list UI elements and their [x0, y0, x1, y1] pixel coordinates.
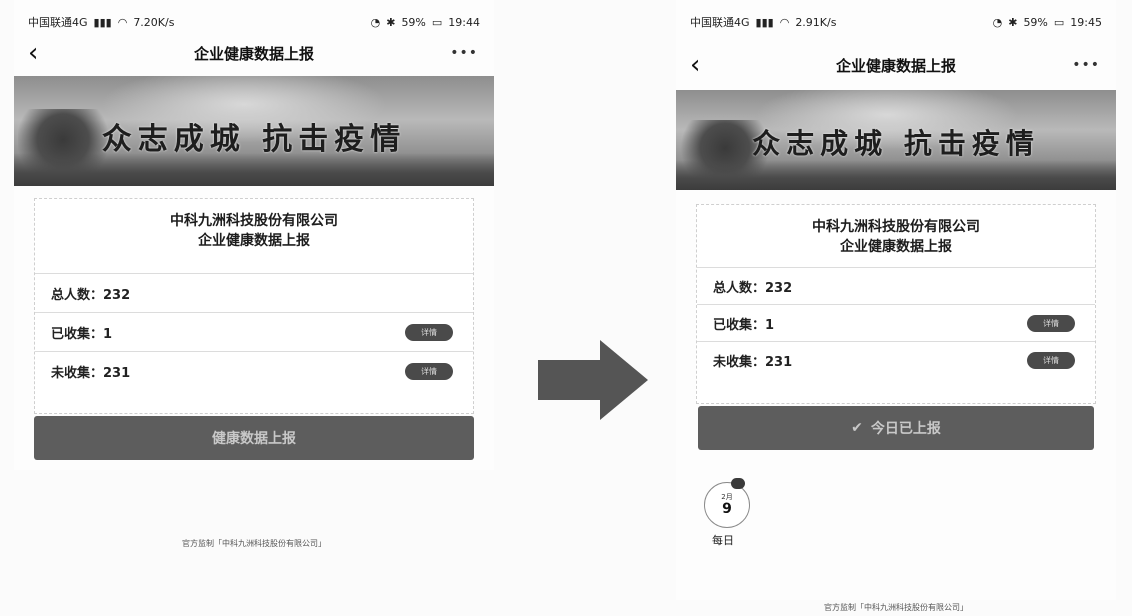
- network-speed: 2.91K/s: [795, 15, 837, 29]
- collected-count: 已收集：1: [713, 317, 775, 333]
- banner-image: 众志成城 抗击疫情: [676, 90, 1116, 190]
- company-name: 中科九洲科技股份有限公司: [170, 213, 338, 229]
- banner-image: 众志成城 抗击疫情: [14, 76, 494, 186]
- check-icon: ✔: [851, 420, 863, 436]
- calendar-label: 每日: [712, 534, 734, 547]
- banner-slogan: 众志成城 抗击疫情: [101, 122, 407, 157]
- network-speed: 7.20K/s: [133, 15, 175, 29]
- uncollected-count: 未收集：231: [713, 354, 793, 370]
- card-subtitle: 企业健康数据上报: [840, 239, 952, 255]
- battery-icon: ▭: [1053, 15, 1065, 29]
- status-bar: 中国联通4G ▮▮▮ ◠ 2.91K/s ◔ ✱ 59% ▭ 19:45: [690, 14, 1102, 30]
- nav-bar: ‹ 企业健康数据上报 •••: [14, 38, 494, 68]
- bluetooth-icon: ✱: [386, 15, 396, 29]
- bluetooth-icon: ✱: [1008, 15, 1018, 29]
- daily-calendar-button[interactable]: 2月 9: [704, 478, 750, 528]
- phone-screen-after: 中国联通4G ▮▮▮ ◠ 2.91K/s ◔ ✱ 59% ▭ 19:45 ‹ 企…: [676, 0, 1116, 600]
- collected-detail-button[interactable]: 详情: [405, 323, 453, 341]
- total-row: 总人数：232: [697, 267, 1095, 304]
- total-row: 总人数：232: [35, 273, 473, 312]
- signal-icon: ▮▮▮: [93, 15, 112, 29]
- wifi-icon: ◠: [117, 15, 128, 29]
- clock-time: 19:44: [448, 15, 480, 29]
- cloud-icon: [731, 478, 745, 489]
- report-card: 中科九洲科技股份有限公司 企业健康数据上报 总人数：232 已收集：1 详情 未…: [34, 198, 474, 414]
- alarm-icon: ◔: [370, 15, 381, 29]
- banner-slogan: 众志成城 抗击疫情: [752, 127, 1040, 160]
- clock-time: 19:45: [1070, 15, 1102, 29]
- more-options-icon[interactable]: •••: [1072, 57, 1100, 73]
- more-options-icon[interactable]: •••: [450, 45, 478, 61]
- carrier-text: 中国联通4G: [28, 16, 88, 29]
- company-name: 中科九洲科技股份有限公司: [812, 219, 980, 235]
- uncollected-detail-button[interactable]: 详情: [1027, 351, 1075, 369]
- battery-percent: 59%: [1023, 15, 1048, 29]
- wifi-icon: ◠: [779, 15, 790, 29]
- reported-label: 今日已上报: [870, 421, 941, 437]
- report-card: 中科九洲科技股份有限公司 企业健康数据上报 总人数：232 已收集：1 详情 未…: [696, 204, 1096, 404]
- signal-icon: ▮▮▮: [755, 15, 774, 29]
- calendar-day: 9: [722, 501, 732, 517]
- uncollected-count: 未收集：231: [51, 365, 131, 381]
- uncollected-row: 未收集：231 详情: [697, 341, 1095, 378]
- footer-text: 官方监制「中科九洲科技股份有限公司」: [824, 603, 968, 612]
- collected-row: 已收集：1 详情: [697, 304, 1095, 341]
- reported-status-button[interactable]: ✔ 今日已上报: [698, 406, 1094, 450]
- collected-detail-button[interactable]: 详情: [1027, 314, 1075, 332]
- battery-icon: ▭: [431, 15, 443, 29]
- collected-row: 已收集：1 详情: [35, 312, 473, 351]
- page-title: 企业健康数据上报: [835, 56, 956, 75]
- report-button-label: 健康数据上报: [212, 431, 296, 447]
- total-count: 总人数：232: [51, 287, 131, 303]
- report-health-button[interactable]: 健康数据上报: [34, 416, 474, 460]
- alarm-icon: ◔: [992, 15, 1003, 29]
- transition-arrow-icon: [538, 340, 648, 420]
- nav-bar: ‹ 企业健康数据上报 •••: [676, 50, 1116, 80]
- total-count: 总人数：232: [713, 280, 793, 296]
- uncollected-detail-button[interactable]: 详情: [405, 362, 453, 380]
- footer-text: 官方监制「中科九洲科技股份有限公司」: [182, 539, 326, 548]
- collected-count: 已收集：1: [51, 326, 113, 342]
- card-subtitle: 企业健康数据上报: [198, 233, 310, 249]
- phone-screen-before: 中国联通4G ▮▮▮ ◠ 7.20K/s ◔ ✱ 59% ▭ 19:44 ‹ 企…: [14, 0, 494, 470]
- page-title: 企业健康数据上报: [193, 44, 314, 63]
- battery-percent: 59%: [401, 15, 426, 29]
- carrier-text: 中国联通4G: [690, 16, 750, 29]
- uncollected-row: 未收集：231 详情: [35, 351, 473, 390]
- status-bar: 中国联通4G ▮▮▮ ◠ 7.20K/s ◔ ✱ 59% ▭ 19:44: [28, 14, 480, 30]
